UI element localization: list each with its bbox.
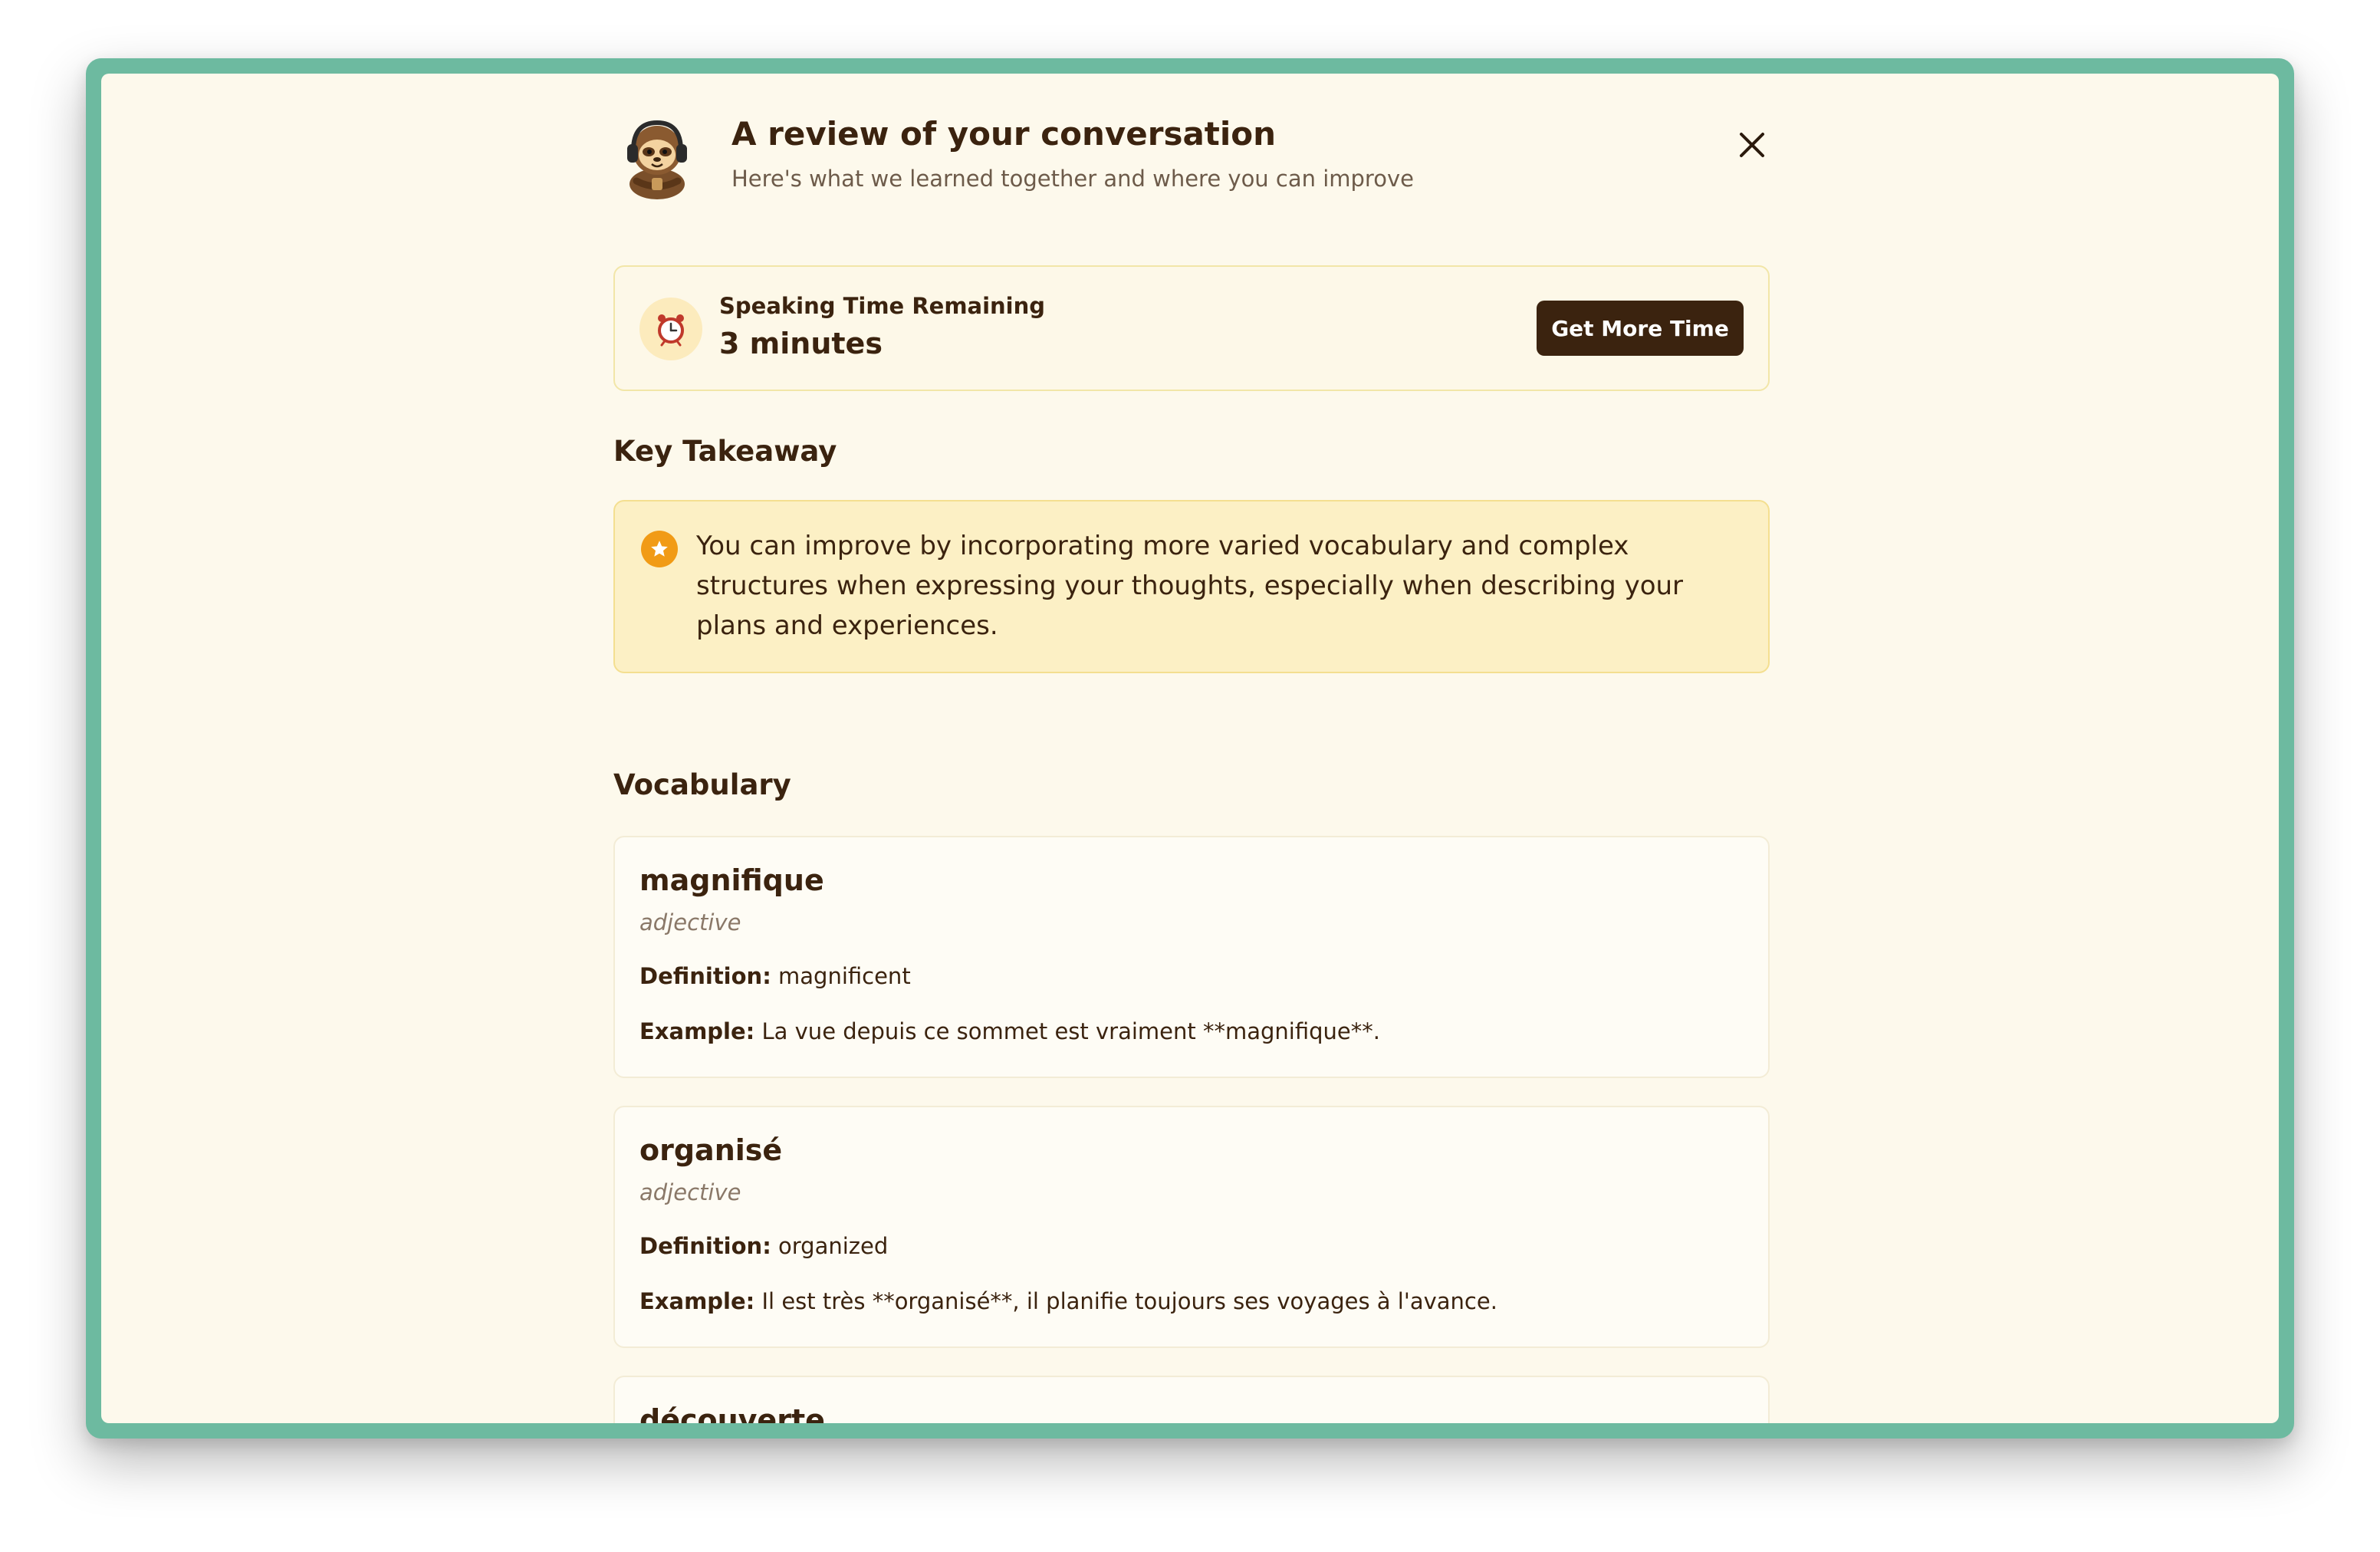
definition-label: Definition: [639,963,771,989]
vocab-part-of-speech: adjective [639,909,741,935]
close-icon [1740,133,1764,157]
sloth-headphones-icon [620,115,695,199]
vocab-example: Example: La vue depuis ce sommet est vra… [639,1018,1380,1044]
page-subtitle: Here's what we learned together and wher… [731,166,1414,192]
speaking-time-value: 3 minutes [719,327,883,360]
example-label: Example: [639,1018,755,1044]
close-button[interactable] [1734,127,1770,163]
example-text: La vue depuis ce sommet est vraiment **m… [761,1018,1380,1044]
vocab-definition: Definition: magnificent [639,963,911,989]
page-title: A review of your conversation [731,115,1277,153]
speaking-time-label: Speaking Time Remaining [719,293,1046,319]
alarm-clock-icon [639,298,702,360]
star-icon [641,531,678,567]
definition-text: magnificent [778,963,911,989]
example-label: Example: [639,1288,755,1314]
get-more-time-button[interactable]: Get More Time [1537,301,1744,356]
example-text: Il est très **organisé**, il planifie to… [761,1288,1497,1314]
vocab-part-of-speech: adjective [639,1179,741,1205]
vocab-card: organisé adjective Definition: organized… [613,1106,1770,1348]
definition-text: organized [778,1233,889,1259]
vocab-example: Example: Il est très **organisé**, il pl… [639,1288,1497,1314]
vocab-word: magnifique [639,863,824,897]
key-takeaway-text: You can improve by incorporating more va… [696,531,1684,641]
review-header: A review of your conversation Here's wha… [613,74,1770,265]
key-takeaway-card: You can improve by incorporating more va… [613,500,1770,673]
speaking-time-card: Speaking Time Remaining 3 minutes Get Mo… [613,265,1770,391]
key-takeaway-heading: Key Takeaway [613,435,837,468]
definition-label: Definition: [639,1233,771,1259]
app-window: A review of your conversation Here's wha… [86,58,2294,1439]
vocab-word: découverte [639,1403,825,1423]
vocab-card: découverte noun [613,1376,1770,1423]
vocab-card: magnifique adjective Definition: magnifi… [613,836,1770,1078]
vocabulary-heading: Vocabulary [613,768,791,801]
vocab-definition: Definition: organized [639,1233,888,1259]
vocab-word: organisé [639,1133,783,1167]
review-content: A review of your conversation Here's wha… [613,74,1770,1423]
review-modal: A review of your conversation Here's wha… [101,74,2279,1423]
